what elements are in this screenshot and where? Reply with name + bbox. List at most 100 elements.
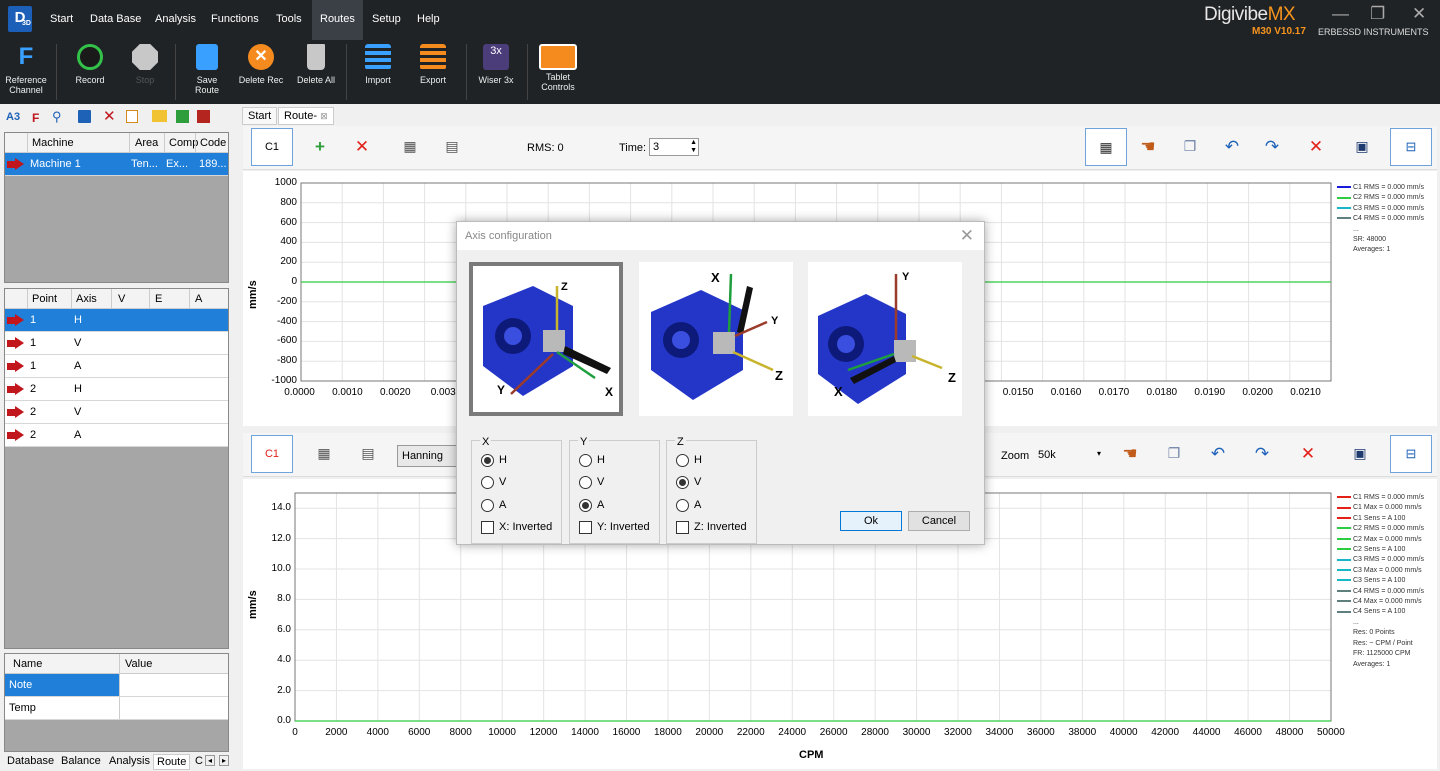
tablet-controls-button[interactable]: Tablet Controls: [536, 44, 580, 92]
a3-button[interactable]: A3: [6, 111, 20, 123]
folder-open-icon[interactable]: [152, 110, 167, 122]
dialog-close-icon[interactable]: ✕: [960, 226, 974, 246]
waveform-icon[interactable]: ▤: [357, 445, 379, 462]
menu-start[interactable]: Start: [50, 13, 73, 25]
machine-row[interactable]: Machine 1 Ten... Ex... 189...: [5, 153, 228, 176]
col-machine[interactable]: Machine: [32, 137, 74, 149]
col-a[interactable]: A: [195, 293, 202, 305]
minimize-icon[interactable]: —: [1332, 4, 1349, 24]
channel-button[interactable]: C1: [251, 128, 293, 166]
col-axis[interactable]: Axis: [76, 293, 97, 305]
tab-route[interactable]: Route: [153, 754, 191, 770]
copy-icon[interactable]: ❐: [1163, 445, 1185, 462]
point-row[interactable]: 2V: [5, 401, 228, 424]
doc-tab-start[interactable]: Start: [242, 107, 278, 125]
z-inverted-checkbox[interactable]: [676, 521, 689, 534]
axis-option-3-image[interactable]: Y X Z: [808, 262, 962, 416]
menu-tools[interactable]: Tools: [276, 13, 302, 25]
import-button[interactable]: Import: [357, 44, 399, 85]
x-inverted-checkbox[interactable]: [481, 521, 494, 534]
add-icon[interactable]: +: [309, 138, 331, 155]
tab-balance[interactable]: Balance: [61, 755, 101, 767]
point-row[interactable]: 2A: [5, 424, 228, 447]
wiser-3x-button[interactable]: 3x Wiser 3x: [476, 44, 516, 85]
redo-icon[interactable]: ↷: [1251, 445, 1273, 462]
x-h-radio[interactable]: [481, 454, 494, 467]
redo-icon[interactable]: ↷: [1261, 138, 1283, 155]
waveform-icon[interactable]: ▤: [441, 138, 463, 155]
col-v[interactable]: V: [118, 293, 125, 305]
axis-option-2-image[interactable]: X Y Z: [639, 262, 793, 416]
col-name[interactable]: Name: [13, 658, 42, 670]
hand-icon[interactable]: ☚: [1137, 138, 1159, 155]
undo-icon[interactable]: ↶: [1207, 445, 1229, 462]
tree-icon[interactable]: ⚲: [52, 109, 66, 124]
grid-icon[interactable]: ▦: [399, 138, 421, 155]
save-icon[interactable]: [78, 110, 91, 123]
ok-button[interactable]: Ok: [840, 511, 902, 531]
col-value[interactable]: Value: [125, 658, 152, 670]
reference-channel-button[interactable]: F Reference Channel: [2, 44, 50, 96]
export-button[interactable]: Export: [412, 44, 454, 85]
export-chart-icon[interactable]: ▣: [1349, 445, 1371, 462]
menu-help[interactable]: Help: [417, 13, 440, 25]
copy-icon[interactable]: ❐: [1179, 138, 1201, 155]
maximize-icon[interactable]: ❐: [1370, 4, 1385, 24]
close-icon[interactable]: ✕: [1412, 4, 1426, 24]
x-v-radio[interactable]: [481, 476, 494, 489]
y-h-radio[interactable]: [579, 454, 592, 467]
grid-icon[interactable]: ▦: [313, 445, 335, 462]
menu-functions[interactable]: Functions: [211, 13, 259, 25]
zoom-select[interactable]: 50k ▾: [1035, 446, 1105, 466]
clear-icon[interactable]: ✕: [1305, 138, 1327, 155]
remove-icon[interactable]: ✕: [351, 138, 373, 155]
tab-c[interactable]: C: [195, 755, 203, 767]
property-row[interactable]: Note: [5, 674, 228, 697]
y-a-radio[interactable]: [579, 499, 592, 512]
col-area[interactable]: Area: [135, 137, 158, 149]
col-code[interactable]: Code: [200, 137, 226, 149]
tab-database[interactable]: Database: [7, 755, 54, 767]
record-button[interactable]: Record: [70, 44, 110, 85]
tab-analysis[interactable]: Analysis: [109, 755, 150, 767]
z-v-radio[interactable]: [676, 476, 689, 489]
window-select[interactable]: Hanning: [397, 445, 459, 467]
table-view-icon[interactable]: ▦: [1085, 128, 1127, 166]
x-a-radio[interactable]: [481, 499, 494, 512]
f-button[interactable]: F: [32, 111, 39, 125]
new-icon[interactable]: [126, 110, 138, 123]
hand-icon[interactable]: ☚: [1119, 445, 1141, 462]
save-green-icon[interactable]: [176, 110, 189, 123]
property-row[interactable]: Temp: [5, 697, 228, 720]
point-row[interactable]: 1A: [5, 355, 228, 378]
spinner-arrows-icon[interactable]: ▲ ▼: [690, 139, 697, 155]
delete-all-button[interactable]: Delete All: [293, 44, 339, 85]
z-h-radio[interactable]: [676, 454, 689, 467]
layout-icon[interactable]: ⊟: [1390, 435, 1432, 473]
print-icon[interactable]: [197, 110, 210, 123]
axis-option-1-image[interactable]: Z Y X: [469, 262, 623, 416]
channel-button[interactable]: C1: [251, 435, 293, 473]
menu-analysis[interactable]: Analysis: [155, 13, 196, 25]
app-logo[interactable]: D 3D: [8, 6, 32, 32]
clear-icon[interactable]: ✕: [1297, 445, 1319, 462]
cancel-button[interactable]: Cancel: [908, 511, 970, 531]
tab-close-icon[interactable]: ⊠: [320, 111, 328, 121]
point-row[interactable]: 2H: [5, 378, 228, 401]
col-point[interactable]: Point: [32, 293, 57, 305]
time-spinner[interactable]: 3 ▲ ▼: [649, 138, 699, 156]
menu-routes[interactable]: Routes: [312, 0, 363, 40]
y-v-radio[interactable]: [579, 476, 592, 489]
layout-icon[interactable]: ⊟: [1390, 128, 1432, 166]
col-comp[interactable]: Comp: [169, 137, 198, 149]
menu-setup[interactable]: Setup: [372, 13, 401, 25]
point-row[interactable]: 1H: [5, 309, 228, 332]
doc-tab-route[interactable]: Route- ⊠: [278, 107, 334, 125]
delete-rec-button[interactable]: ✕ Delete Rec: [238, 44, 284, 85]
point-row[interactable]: 1V: [5, 332, 228, 355]
menu-database[interactable]: Data Base: [90, 13, 141, 25]
undo-icon[interactable]: ↶: [1221, 138, 1243, 155]
col-e[interactable]: E: [155, 293, 162, 305]
z-a-radio[interactable]: [676, 499, 689, 512]
y-inverted-checkbox[interactable]: [579, 521, 592, 534]
